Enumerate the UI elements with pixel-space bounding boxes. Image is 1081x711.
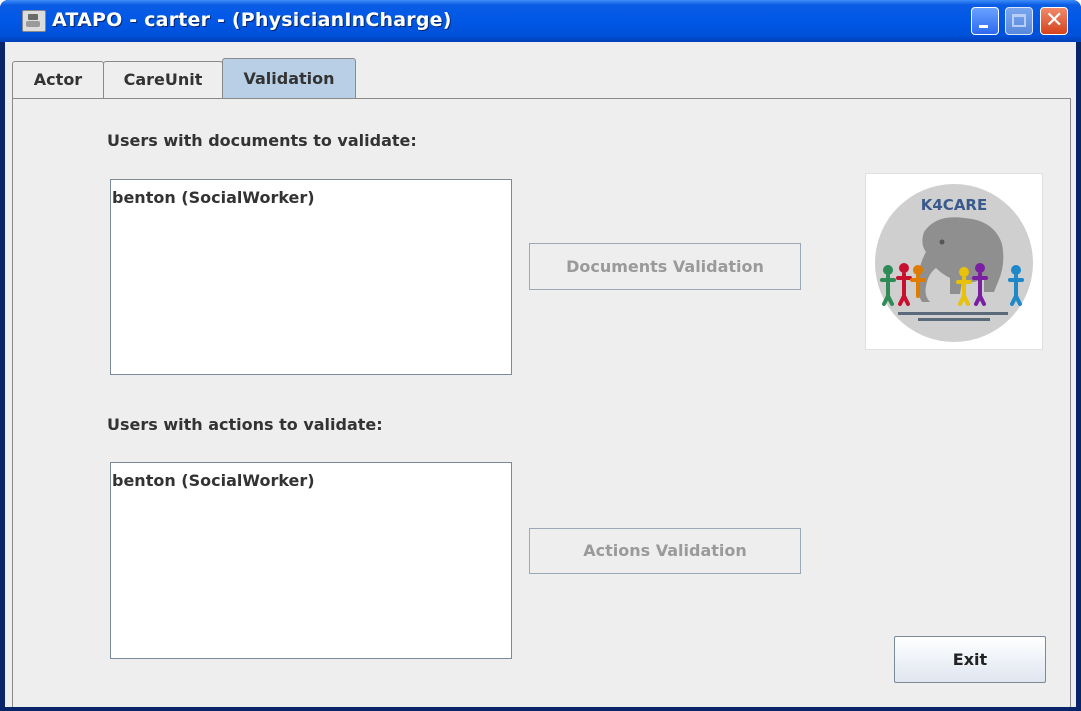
tab-actor[interactable]: Actor	[12, 61, 104, 98]
maximize-button[interactable]	[1005, 7, 1033, 35]
minimize-icon	[979, 25, 988, 28]
actions-validation-button[interactable]: Actions Validation	[529, 528, 801, 574]
window-title: ATAPO - carter - (PhysicianInCharge)	[52, 9, 452, 31]
app-window: ATAPO - carter - (PhysicianInCharge) ✕ A…	[0, 0, 1081, 711]
tab-careunit[interactable]: CareUnit	[103, 61, 223, 98]
svg-text:K4CARE: K4CARE	[921, 196, 987, 214]
list-item[interactable]: benton (SocialWorker)	[112, 188, 315, 207]
minimize-button[interactable]	[971, 7, 999, 35]
k4care-elephant-logo-icon: K4CARE	[875, 184, 1033, 342]
documents-validation-button[interactable]: Documents Validation	[529, 243, 801, 290]
window-bottom-border	[0, 707, 1081, 711]
actions-heading: Users with actions to validate:	[107, 415, 383, 434]
validation-panel: Users with documents to validate: benton…	[12, 98, 1071, 710]
window-content: Actor CareUnit Validation Users with doc…	[4, 42, 1077, 711]
exit-button[interactable]: Exit	[894, 636, 1046, 683]
title-bar[interactable]: ATAPO - carter - (PhysicianInCharge) ✕	[0, 0, 1081, 42]
close-button[interactable]: ✕	[1040, 7, 1068, 35]
tab-strip: Actor CareUnit Validation	[5, 42, 1076, 99]
documents-user-list[interactable]: benton (SocialWorker)	[110, 179, 512, 375]
k4care-logo: K4CARE	[865, 173, 1043, 350]
close-icon: ✕	[1045, 8, 1064, 33]
tab-validation[interactable]: Validation	[222, 58, 356, 99]
actions-user-list[interactable]: benton (SocialWorker)	[110, 462, 512, 659]
maximize-icon	[1012, 14, 1026, 27]
app-window-icon[interactable]	[22, 10, 46, 32]
documents-heading: Users with documents to validate:	[107, 131, 417, 150]
list-item[interactable]: benton (SocialWorker)	[112, 471, 315, 490]
